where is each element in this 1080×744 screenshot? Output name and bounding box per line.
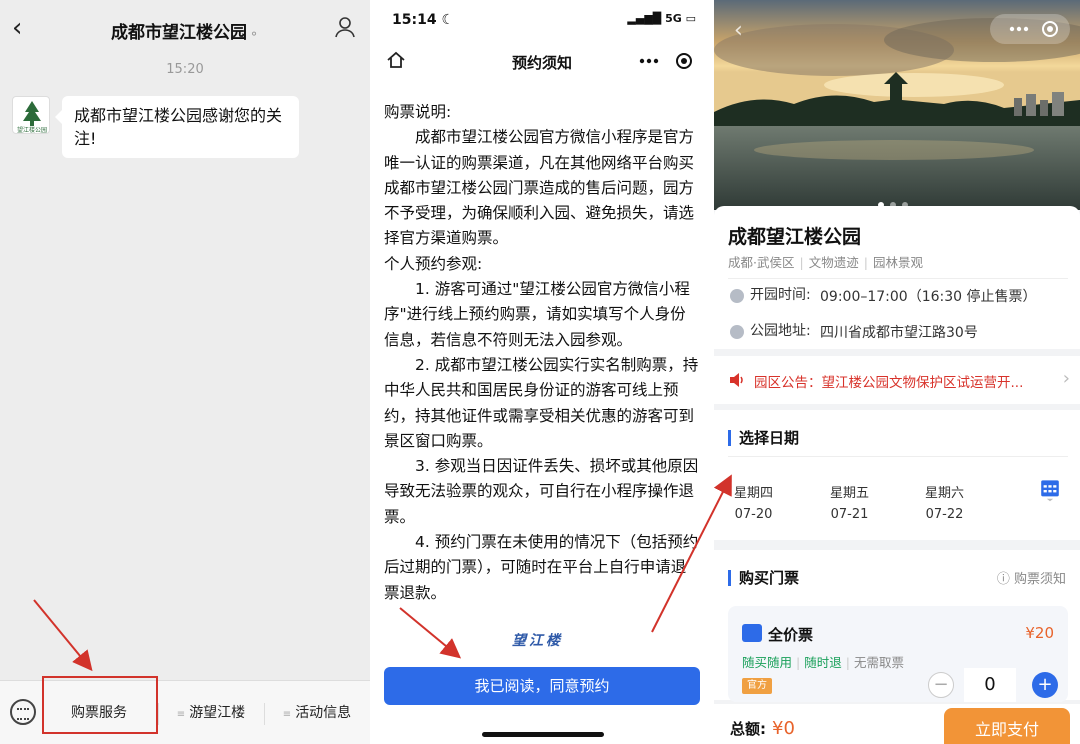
chevron-right-icon: › xyxy=(1062,368,1070,389)
status-bar: 15:14 ☾ ▂▄▆█ 5G ▭ xyxy=(372,0,712,40)
signal-battery-indicator: ▂▄▆█ 5G ▭ xyxy=(627,12,696,25)
ticket-card: 全价票 ¥20 随买随用 | 随时退 | 无需取票 官方 − 0 + xyxy=(728,606,1068,702)
menu-divider xyxy=(264,703,265,725)
submenu-icon: ≡ xyxy=(282,709,292,720)
menu-activity-info[interactable]: ≡ 活动信息 xyxy=(266,681,368,744)
date-option[interactable]: 星期六 07-22 xyxy=(925,482,964,522)
message-timestamp: 15:20 xyxy=(166,62,204,77)
miniprogram-capsule[interactable] xyxy=(624,46,702,76)
home-indicator xyxy=(482,732,604,737)
pay-now-button[interactable]: 立即支付 xyxy=(944,708,1070,744)
section-heading: 购票说明: xyxy=(384,103,452,121)
park-info-card: 成都望江楼公园 成都·武侯区 | 文物遗迹 | 园林景观 开园时间: 09:00–17:0… xyxy=(714,206,1080,349)
wangjianglou-stamp: 望江楼 xyxy=(512,633,563,649)
notice-paragraph: 1. 游客可通过"望江楼公园官方微信小程序"进行线上预约购票，请如实填写个人身份… xyxy=(384,280,690,349)
ticket-purchase-panel: ‹ 成都望江楼公园 成都·武侯区 | 文物遗迹 | 园林景观 开园时间: 09:00–17… xyxy=(714,0,1080,744)
section-heading: 个人预约参观: xyxy=(384,254,483,273)
notice-content: 购票说明: 成都市望江楼公园官方微信小程序是官方唯一认证的购票渠道，凡在其他网络… xyxy=(384,100,700,606)
svg-text:望江楼公园: 望江楼公园 xyxy=(17,126,47,134)
chat-header: ‹ 成都市望江楼公园 ⚬ xyxy=(0,0,370,56)
park-hero-image: ‹ xyxy=(714,0,1080,210)
checkout-bar: 总额: ¥0 立即支付 xyxy=(714,704,1080,744)
notice-paragraph: 2. 成都市望江楼公园实行实名制购票，持中华人民共和国居民身份证的游客可线上预约… xyxy=(384,355,699,450)
highlight-box xyxy=(42,676,158,734)
decrease-quantity-button[interactable]: − xyxy=(928,672,954,698)
park-announcement[interactable]: 园区公告：望江楼公园文物保护区试运营开... › xyxy=(714,356,1080,404)
ticket-features: 随买随用 | 随时退 | 无需取票 xyxy=(742,655,904,670)
date-option[interactable]: 星期五 07-21 xyxy=(830,482,869,522)
ear-icon: ⚬ xyxy=(248,27,260,41)
location-pin-icon xyxy=(730,325,744,339)
section-title-date: 选择日期 xyxy=(728,430,799,446)
ticket-notice-link[interactable]: ⓘ 购票须知 xyxy=(997,568,1066,587)
ticket-quantity[interactable]: 0 xyxy=(964,668,1016,702)
miniprogram-capsule[interactable] xyxy=(990,14,1070,44)
ticket-price: ¥20 xyxy=(1025,624,1054,642)
ticket-section: 购买门票 ⓘ 购票须知 全价票 ¥20 随买随用 | 随时退 | 无需取票 官方 − 0… xyxy=(714,550,1080,702)
section-title-ticket: 购买门票 xyxy=(728,570,799,586)
user-profile-icon[interactable] xyxy=(334,16,356,38)
increase-quantity-button[interactable]: + xyxy=(1032,672,1058,698)
agree-booking-button[interactable]: 我已阅读，同意预约 xyxy=(384,667,700,705)
chat-message-bubble: 成都市望江楼公园感谢您的关注! xyxy=(55,96,299,158)
date-selection-section: 选择日期 星期四 07-20 星期五 07-21 星期六 07-22 xyxy=(714,410,1080,540)
opening-hours-row: 开园时间: 09:00–17:00（16:30 停止售票） xyxy=(730,286,1037,306)
park-tags: 成都·武侯区 | 文物遗迹 | 园林景观 xyxy=(728,255,923,270)
divider xyxy=(728,456,1068,457)
divider xyxy=(728,278,1068,279)
back-icon[interactable]: ‹ xyxy=(734,18,743,43)
date-option[interactable]: 星期四 07-20 xyxy=(734,482,773,522)
notice-paragraph: 4. 预约门票在未使用的情况下（包括预约后过期的门票），可随时在平台上自行申请退… xyxy=(384,533,699,602)
notice-paragraph: 成都市望江楼公园官方微信小程序是官方唯一认证的购票渠道，凡在其他网络平台购买成都… xyxy=(384,128,695,248)
chat-title: 成都市望江楼公园 ⚬ xyxy=(110,23,260,43)
ticket-name: 全价票 xyxy=(768,626,814,644)
calendar-icon[interactable] xyxy=(1038,478,1062,502)
notice-paragraph: 3. 参观当日因证件丢失、损坏或其他原因导致无法验票的观众，可自行在小程序操作退… xyxy=(384,457,699,526)
ticket-icon xyxy=(742,624,762,642)
address-row[interactable]: 公园地址: 四川省成都市望江路30号 xyxy=(730,322,978,342)
booking-notice-panel: 15:14 ☾ ▂▄▆█ 5G ▭ 预约须知 购票说明: 成都市望江楼公园官方微… xyxy=(372,0,712,744)
official-badge: 官方 xyxy=(742,678,772,694)
clock-icon xyxy=(730,289,744,303)
info-icon: ⓘ xyxy=(996,572,1010,587)
announcement-text: 园区公告：望江楼公园文物保护区试运营开... xyxy=(754,375,1024,391)
menu-divider xyxy=(158,703,159,725)
official-account-avatar[interactable]: 望江楼公园 xyxy=(12,96,50,134)
total-amount: 总额: ¥0 xyxy=(730,718,795,739)
speaker-icon xyxy=(730,373,743,387)
status-time: 15:14 ☾ xyxy=(392,12,455,28)
submenu-icon: ≡ xyxy=(176,709,186,720)
keyboard-icon[interactable] xyxy=(10,699,36,725)
menu-tour-wangjianglou[interactable]: ≡ 游望江楼 xyxy=(160,681,262,744)
park-name: 成都望江楼公园 xyxy=(728,226,862,248)
page-nav-bar: 预约须知 xyxy=(372,44,712,80)
wechat-chat-panel: ‹ 成都市望江楼公园 ⚬ 15:20 望江楼公园 成都市望江楼公园感谢您的关注! … xyxy=(0,0,370,744)
